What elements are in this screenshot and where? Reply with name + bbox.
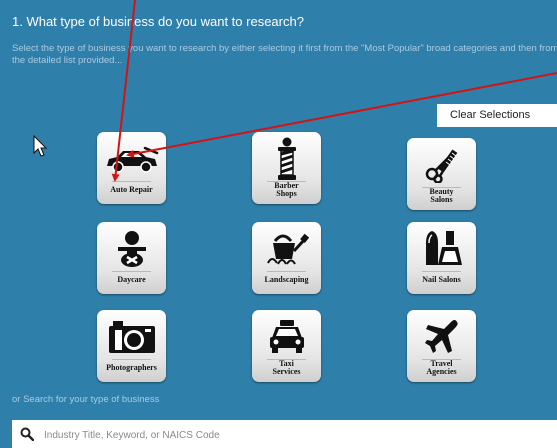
tile-photographers[interactable]: Photographers [97, 310, 166, 382]
tile-label: Travel Agencies [426, 358, 457, 376]
baby-icon [97, 227, 166, 271]
tile-label: Daycare [117, 274, 146, 284]
tile-barber-shops[interactable]: Barber Shops [252, 132, 321, 204]
search-label: or Search for your type of business [12, 394, 160, 405]
tile-label: Landscaping [264, 274, 309, 284]
tile-label: Beauty Salons [429, 186, 454, 204]
tile-label: Photographers [106, 362, 157, 372]
tile-label: Barber Shops [274, 180, 299, 198]
search-box [12, 420, 557, 448]
tile-travel-agencies[interactable]: Travel Agencies [407, 310, 476, 382]
tile-label: Nail Salons [422, 274, 461, 284]
camera-icon [97, 315, 166, 359]
tile-label: Taxi Services [272, 358, 301, 376]
tile-taxi-services[interactable]: Taxi Services [252, 310, 321, 382]
watering-can-icon [252, 227, 321, 271]
tile-nail-salons[interactable]: Nail Salons [407, 222, 476, 294]
business-type-panel: 1. What type of business do you want to … [0, 0, 557, 448]
search-icon [20, 427, 35, 446]
tile-label: Auto Repair [110, 184, 153, 194]
nail-polish-icon [407, 227, 476, 271]
scissors-comb-icon [407, 143, 476, 187]
tile-daycare[interactable]: Daycare [97, 222, 166, 294]
airplane-icon [407, 315, 476, 359]
section-description: Select the type of business you want to … [12, 43, 557, 66]
car-icon [97, 137, 166, 181]
barber-pole-icon [252, 137, 321, 181]
search-input[interactable] [42, 420, 546, 448]
tile-landscaping[interactable]: Landscaping [252, 222, 321, 294]
tile-auto-repair[interactable]: Auto Repair [97, 132, 166, 204]
tile-beauty-salons[interactable]: Beauty Salons [407, 138, 476, 210]
section-title: 1. What type of business do you want to … [12, 14, 304, 29]
taxi-icon [252, 315, 321, 359]
clear-selections-button[interactable]: Clear Selections [437, 104, 557, 127]
